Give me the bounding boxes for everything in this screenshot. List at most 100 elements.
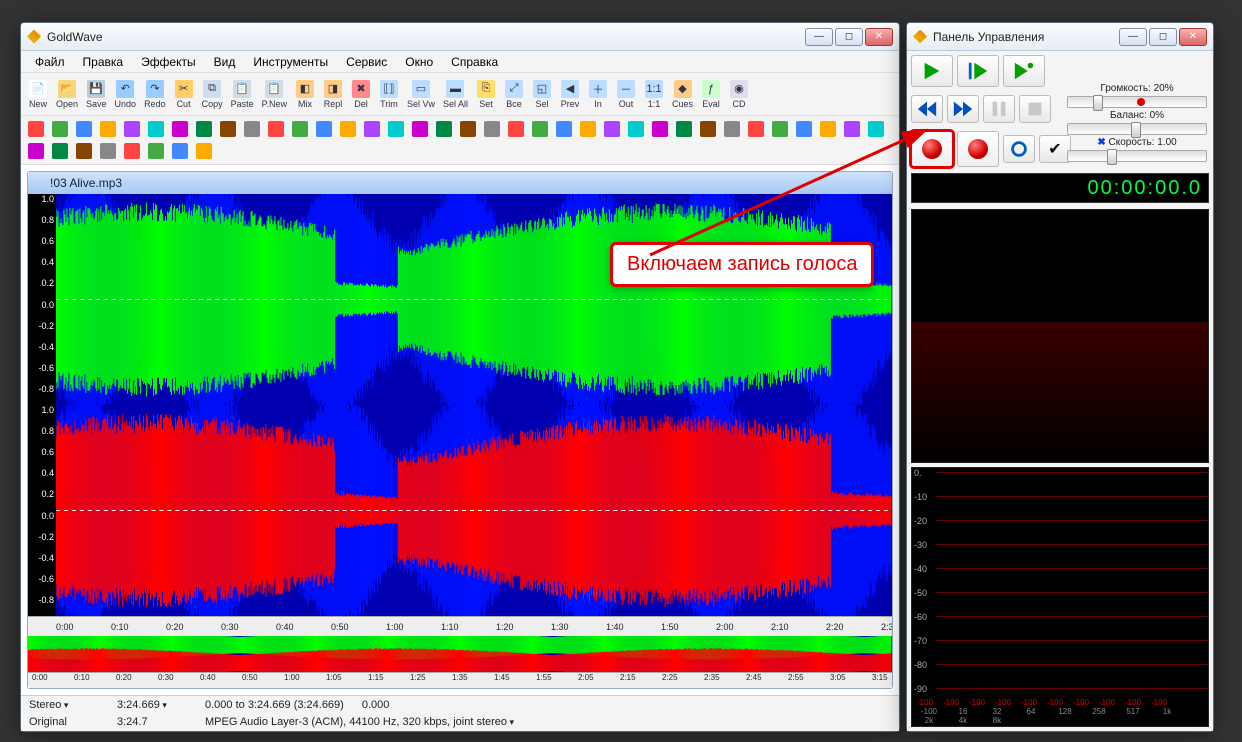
fx-button-6[interactable]: [169, 119, 191, 139]
menu-файл[interactable]: Файл: [27, 53, 73, 71]
tb-paste[interactable]: 📋Paste: [228, 76, 257, 112]
record-button[interactable]: [911, 131, 953, 167]
ctrl-titlebar[interactable]: Панель Управления — ◻ ✕: [907, 23, 1213, 51]
fx-button-24[interactable]: [601, 119, 623, 139]
tb-pnew[interactable]: 📋P.New: [259, 76, 290, 112]
fx-button-33[interactable]: [817, 119, 839, 139]
minimize-button[interactable]: —: [805, 28, 833, 46]
status-length[interactable]: 3:24.669: [117, 699, 187, 711]
fx-button-0[interactable]: [25, 119, 47, 139]
fx-button-29[interactable]: [721, 119, 743, 139]
fx-button-9[interactable]: [241, 119, 263, 139]
tb-set[interactable]: ⎘Set: [473, 76, 499, 112]
fx-button-35[interactable]: [865, 119, 887, 139]
tb-repl[interactable]: ◨Repl: [320, 76, 346, 112]
fx-button-32[interactable]: [793, 119, 815, 139]
tb-open[interactable]: 📂Open: [53, 76, 81, 112]
fx-button-42[interactable]: [169, 141, 191, 161]
tb-save[interactable]: 💾Save: [83, 76, 110, 112]
speed-slider[interactable]: [1067, 150, 1207, 162]
fx-button-18[interactable]: [457, 119, 479, 139]
overview-ruler[interactable]: 0:000:100:200:300:400:501:001:051:151:25…: [28, 672, 892, 688]
status-channels[interactable]: Stereo: [29, 699, 99, 711]
tb-sel[interactable]: ◱Sel: [529, 76, 555, 112]
tb-mix[interactable]: ◧Mix: [292, 76, 318, 112]
tb-cues[interactable]: ◆Cues: [669, 76, 696, 112]
tb-copy[interactable]: ⧉Copy: [199, 76, 226, 112]
tb-new[interactable]: 📄New: [25, 76, 51, 112]
balance-thumb[interactable]: [1131, 122, 1141, 138]
fx-button-8[interactable]: [217, 119, 239, 139]
fx-button-7[interactable]: [193, 119, 215, 139]
fx-button-31[interactable]: [769, 119, 791, 139]
fx-button-1[interactable]: [49, 119, 71, 139]
tb-prev[interactable]: ◀Prev: [557, 76, 583, 112]
time-ruler[interactable]: 0:000:100:200:300:400:501:001:101:201:30…: [28, 616, 892, 636]
volume-thumb[interactable]: [1093, 95, 1103, 111]
stop-button[interactable]: [1019, 95, 1051, 123]
tb-undo[interactable]: ↶Undo: [112, 76, 140, 112]
record-new-button[interactable]: [957, 131, 999, 167]
fx-button-23[interactable]: [577, 119, 599, 139]
forward-button[interactable]: [947, 95, 979, 123]
main-titlebar[interactable]: GoldWave — ◻ ✕: [21, 23, 899, 51]
tb-trim[interactable]: ⟦⟧Trim: [376, 76, 402, 112]
fx-button-27[interactable]: [673, 119, 695, 139]
tb-[interactable]: ⤢Все: [501, 76, 527, 112]
fx-button-36[interactable]: [25, 141, 47, 161]
fx-button-3[interactable]: [97, 119, 119, 139]
menu-вид[interactable]: Вид: [206, 53, 244, 71]
fx-button-10[interactable]: [265, 119, 287, 139]
fx-button-20[interactable]: [505, 119, 527, 139]
fx-button-16[interactable]: [409, 119, 431, 139]
fx-button-26[interactable]: [649, 119, 671, 139]
waveform-left-channel[interactable]: [56, 194, 892, 405]
pause-button[interactable]: [983, 95, 1015, 123]
fx-button-37[interactable]: [49, 141, 71, 161]
tb-selvw[interactable]: ▭Sel Vw: [404, 76, 438, 112]
fx-button-41[interactable]: [145, 141, 167, 161]
fx-button-43[interactable]: [193, 141, 215, 161]
ctrl-maximize-button[interactable]: ◻: [1149, 28, 1177, 46]
tb-cut[interactable]: ✂Cut: [171, 76, 197, 112]
menu-справка[interactable]: Справка: [443, 53, 506, 71]
menu-эффекты[interactable]: Эффекты: [133, 53, 204, 71]
fx-button-22[interactable]: [553, 119, 575, 139]
speed-thumb[interactable]: [1107, 149, 1117, 165]
volume-slider[interactable]: [1067, 96, 1207, 108]
fx-button-12[interactable]: [313, 119, 335, 139]
tb-del[interactable]: ✖Del: [348, 76, 374, 112]
fx-button-5[interactable]: [145, 119, 167, 139]
close-button[interactable]: ✕: [865, 28, 893, 46]
fx-button-40[interactable]: [121, 141, 143, 161]
fx-button-15[interactable]: [385, 119, 407, 139]
menu-окно[interactable]: Окно: [397, 53, 441, 71]
rewind-button[interactable]: [911, 95, 943, 123]
fx-button-39[interactable]: [97, 141, 119, 161]
play-selection-button[interactable]: [957, 55, 999, 87]
fx-button-34[interactable]: [841, 119, 863, 139]
fx-button-21[interactable]: [529, 119, 551, 139]
tb-selall[interactable]: ▬Sel All: [440, 76, 471, 112]
monitor-toggle[interactable]: [1003, 135, 1035, 163]
menu-сервис[interactable]: Сервис: [338, 53, 395, 71]
tb-in[interactable]: ＋In: [585, 76, 611, 112]
tb-11[interactable]: 1:11:1: [641, 76, 667, 112]
fx-button-17[interactable]: [433, 119, 455, 139]
waveform-right-channel[interactable]: [56, 405, 892, 616]
fx-button-13[interactable]: [337, 119, 359, 139]
menu-правка[interactable]: Правка: [75, 53, 132, 71]
fx-button-28[interactable]: [697, 119, 719, 139]
fx-button-14[interactable]: [361, 119, 383, 139]
tb-eval[interactable]: ƒEval: [698, 76, 724, 112]
maximize-button[interactable]: ◻: [835, 28, 863, 46]
fx-button-19[interactable]: [481, 119, 503, 139]
ctrl-minimize-button[interactable]: —: [1119, 28, 1147, 46]
tb-out[interactable]: －Out: [613, 76, 639, 112]
play-loop-button[interactable]: [1003, 55, 1045, 87]
balance-slider[interactable]: [1067, 123, 1207, 135]
fx-button-2[interactable]: [73, 119, 95, 139]
tb-redo[interactable]: ↷Redo: [141, 76, 169, 112]
fx-button-11[interactable]: [289, 119, 311, 139]
speed-reset-icon[interactable]: ✖: [1097, 137, 1105, 148]
